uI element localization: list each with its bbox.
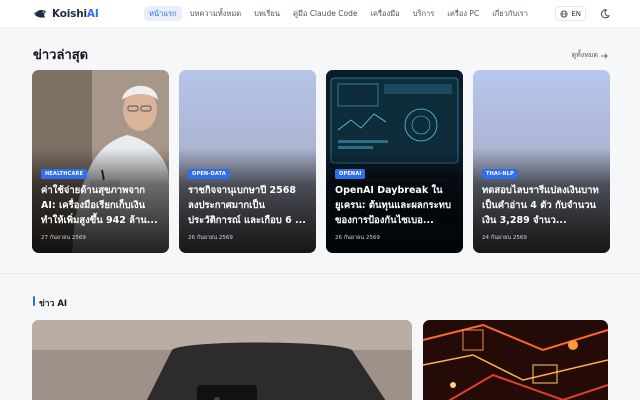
arrow-right-icon [601,53,608,58]
phone-photo-image [32,320,412,400]
featured-ai-news-card[interactable] [32,320,412,400]
latest-news-cards: HEALTHCARE ค่าใช้จ่ายด้านสุขภาพจาก AI: เ… [32,70,610,253]
ai-news-card[interactable] [423,320,608,400]
brand-logo[interactable]: KoishiAI [33,6,99,21]
language-switch-button[interactable]: EN [555,6,586,21]
nav-item-all-articles[interactable]: บทความทั้งหมด [185,6,246,21]
section-divider [0,273,640,274]
card-title[interactable]: ราชกิจจานุเบกษาปี 2568 ลงประกาศมากเป็นปร… [188,183,309,228]
news-card[interactable]: THAI-NLP ทดสอบไลบรารีแปลงเงินบาทเป็นคำอ่… [473,70,610,253]
globe-icon [560,9,568,18]
category-tag[interactable]: OPENAI [335,169,366,179]
latest-news-heading: ข่าวล่าสุด [33,48,89,63]
card-title[interactable]: ทดสอบไลบรารีแปลงเงินบาทเป็นคำอ่าน 4 ตัว … [482,183,603,228]
circuit-photo-image [423,320,608,400]
category-tag[interactable]: THAI-NLP [482,169,519,179]
nav-item-lessons[interactable]: บทเรียน [249,6,285,21]
card-date: 24 กันยายน 2569 [482,235,527,241]
nav-item-services[interactable]: บริการ [408,6,440,21]
main-nav: หน้าแรก บทความทั้งหมด บทเรียน คู่มือ Cla… [144,6,533,21]
card-date: 26 กันยายน 2569 [335,235,380,241]
card-title[interactable]: OpenAI Daybreak ในยูเครน: ต้นทุนและผลกระ… [335,183,456,228]
nav-item-home[interactable]: หน้าแรก [144,6,182,21]
ai-news-heading: ข่าว AI [39,299,68,309]
card-title[interactable]: ค่าใช้จ่ายด้านสุขภาพจาก AI: เครื่องมือเร… [41,183,162,228]
nav-actions: EN [555,6,610,21]
language-label: EN [571,9,581,18]
section-accent-bar [33,296,35,306]
koi-logo-icon [33,10,47,18]
news-card[interactable]: HEALTHCARE ค่าใช้จ่ายด้านสุขภาพจาก AI: เ… [32,70,169,253]
dark-mode-moon-icon[interactable] [600,8,610,19]
nav-item-claude-code-guide[interactable]: คู่มือ Claude Code [288,6,362,21]
nav-item-about[interactable]: เกี่ยวกับเรา [487,6,533,21]
nav-item-tools[interactable]: เครื่องมือ [365,6,404,21]
see-all-link[interactable]: ดูทั้งหมด [572,50,608,61]
see-all-label: ดูทั้งหมด [571,51,598,59]
category-tag[interactable]: OPEN-DATA [188,169,230,179]
category-tag[interactable]: HEALTHCARE [41,169,88,179]
card-date: 26 กันยายน 2569 [188,235,233,241]
top-navbar: KoishiAI หน้าแรก บทความทั้งหมด บทเรียน ค… [0,0,640,28]
card-date: 27 กันยายน 2569 [41,235,86,241]
nav-item-pc[interactable]: เครื่อง PC [442,6,484,21]
brand-name: KoishiAI [52,7,99,20]
news-card[interactable]: OPENAI OpenAI Daybreak ในยูเครน: ต้นทุนแ… [326,70,463,253]
news-card[interactable]: OPEN-DATA ราชกิจจานุเบกษาปี 2568 ลงประกา… [179,70,316,253]
